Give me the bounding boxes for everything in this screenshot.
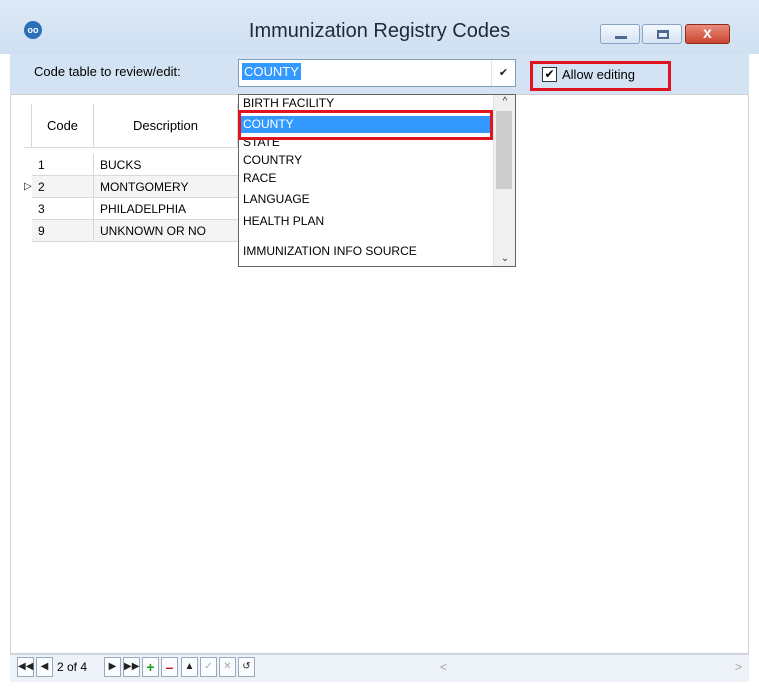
table-row[interactable]: 2 MONTGOMERY (32, 176, 270, 198)
table-row[interactable]: 3 PHILADELPHIA (32, 198, 270, 220)
scroll-right-icon[interactable]: > (735, 660, 742, 674)
allow-editing-checkbox[interactable]: ✔ (542, 67, 557, 82)
close-button[interactable]: x (685, 24, 730, 44)
scroll-up-icon[interactable]: ^ (494, 95, 515, 109)
last-record-icon[interactable]: ▶▶ (123, 657, 140, 677)
dropdown-option[interactable]: RACE (241, 170, 491, 187)
minimize-button[interactable] (600, 24, 640, 44)
dropdown-option[interactable]: IMMUNIZATION INFO SOURCE (241, 243, 491, 260)
selected-option-highlight (238, 110, 493, 140)
prev-record-icon[interactable]: ◀ (36, 657, 53, 677)
close-icon: x (703, 25, 712, 42)
code-cell[interactable]: 3 (32, 198, 94, 220)
column-header-description[interactable]: Description (94, 104, 238, 148)
chevron-down-icon[interactable]: ✔ (491, 60, 515, 86)
code-cell[interactable]: 2 (32, 176, 94, 198)
maximize-button[interactable] (642, 24, 682, 44)
add-record-icon[interactable]: + (142, 657, 159, 677)
scroll-down-icon[interactable]: ⌄ (494, 252, 515, 266)
dropdown-option[interactable]: LANGUAGE (241, 191, 491, 208)
table-row[interactable]: 9 UNKNOWN OR NO (32, 220, 270, 242)
dropdown-option[interactable]: HEALTH PLAN (241, 213, 491, 230)
table-row[interactable]: 1 BUCKS (32, 154, 270, 176)
code-table-selected-value: COUNTY (242, 63, 301, 80)
dropdown-scrollbar[interactable]: ^ ⌄ (493, 95, 515, 266)
delete-record-icon[interactable]: – (161, 657, 178, 677)
code-cell[interactable]: 9 (32, 220, 94, 242)
edit-record-icon[interactable]: ▲ (181, 657, 198, 677)
scrollbar-thumb[interactable] (496, 111, 512, 189)
minimize-icon (615, 36, 627, 39)
column-header-code[interactable]: Code (32, 104, 94, 148)
post-edit-icon[interactable]: ✓ (200, 657, 217, 677)
next-record-icon[interactable]: ▶ (104, 657, 121, 677)
current-row-indicator-icon: ▷ (24, 181, 32, 192)
cancel-edit-icon[interactable]: ✕ (219, 657, 236, 677)
code-table-label: Code table to review/edit: (34, 64, 181, 79)
allow-editing-label: Allow editing (562, 67, 635, 82)
code-cell[interactable]: 1 (32, 154, 94, 176)
refresh-icon[interactable]: ↺ (238, 657, 255, 677)
first-record-icon[interactable]: ◀◀ (17, 657, 34, 677)
row-indicator-header (24, 104, 32, 148)
maximize-icon (657, 30, 669, 39)
record-position: 2 of 4 (57, 660, 88, 674)
dropdown-option[interactable]: COUNTRY (241, 152, 491, 169)
code-table-select[interactable]: COUNTY ✔ (238, 59, 516, 87)
scroll-left-icon[interactable]: < (440, 660, 447, 674)
